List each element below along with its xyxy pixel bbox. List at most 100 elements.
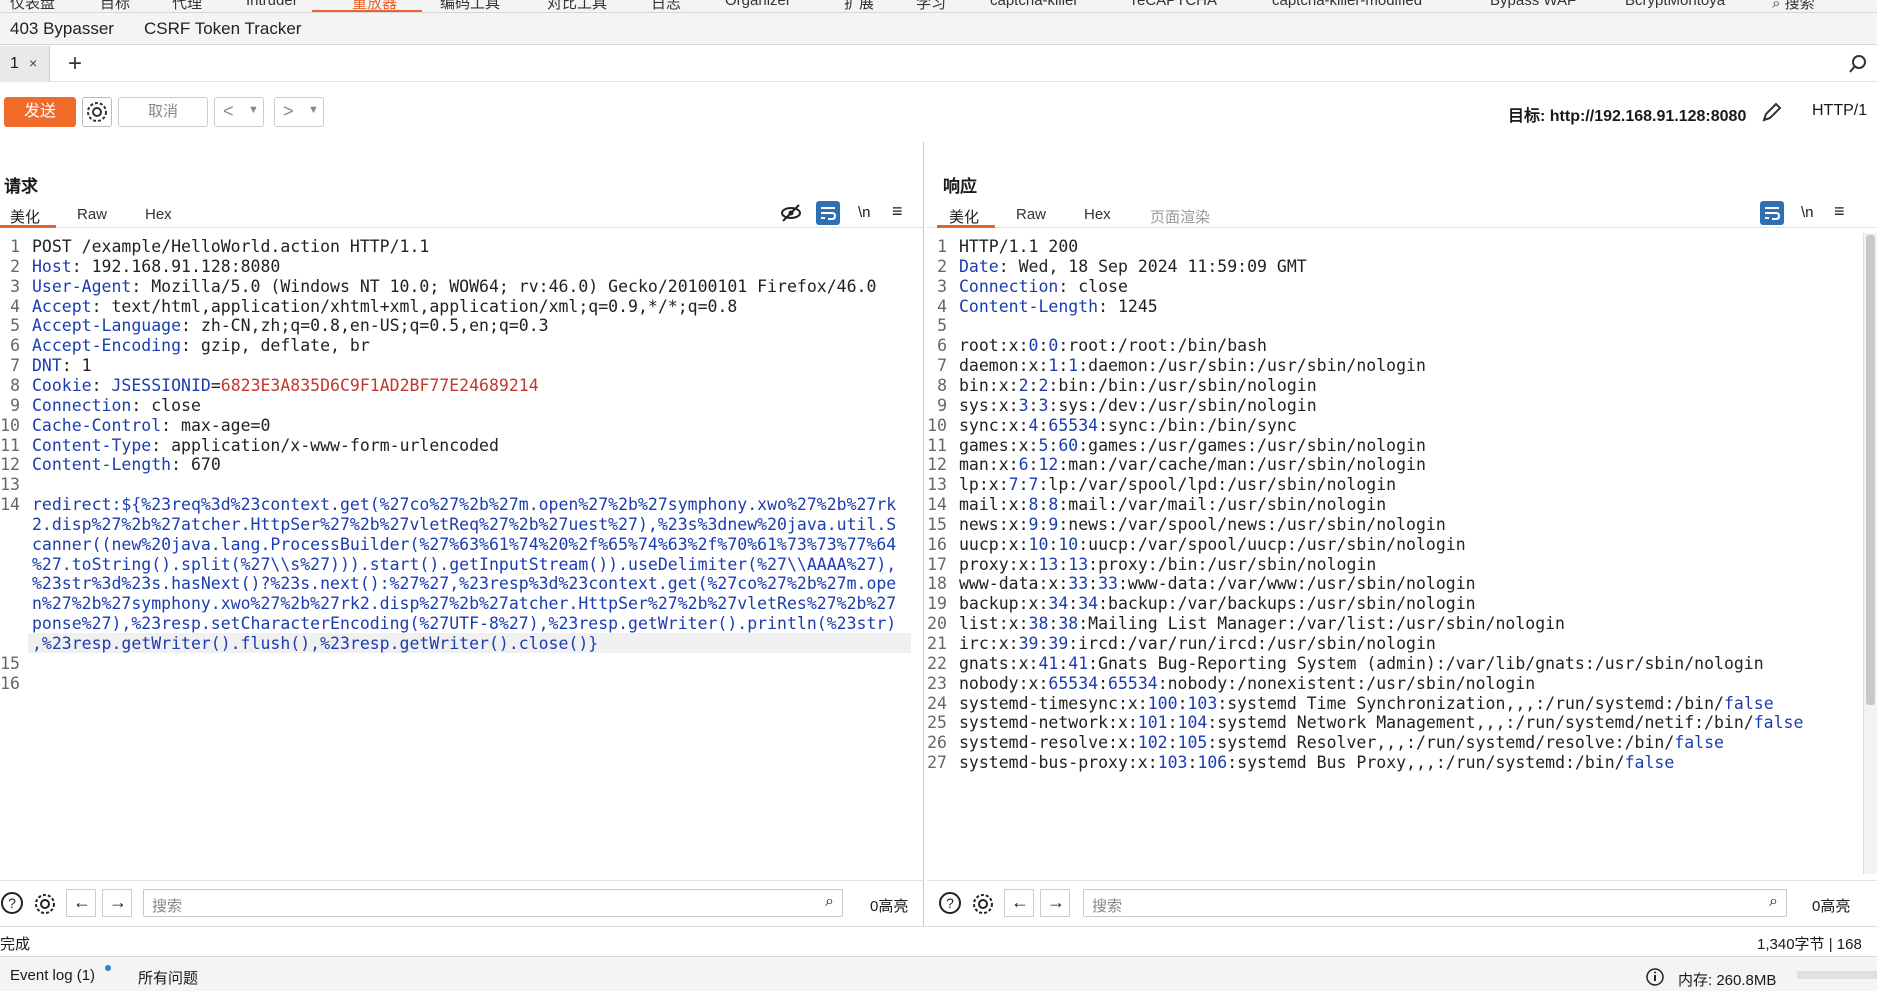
request-search-input[interactable]: 搜索 ⌕: [143, 889, 843, 917]
code-line: Host: 192.168.91.128:8080: [32, 256, 281, 276]
tool-tab[interactable]: BcryptMontoya: [1625, 0, 1725, 9]
tab-raw[interactable]: Raw: [1016, 206, 1046, 223]
arrow-left-icon: ←: [1011, 892, 1029, 912]
code-line: proxy:x:13:13:proxy:/bin:/usr/sbin/nolog…: [959, 554, 1377, 574]
chevron-down-icon[interactable]: ▼: [308, 104, 319, 116]
line-number: 6: [10, 336, 20, 356]
response-editor[interactable]: 1 HTTP/1.1 200 2 Date: Wed, 18 Sep 2024 11:…: [927, 233, 1877, 874]
code-line: ,%23resp.getWriter().flush(),%23resp.get…: [32, 634, 599, 653]
request-editor[interactable]: 1 POST /example/HelloWorld.action HTTP/1.…: [0, 233, 923, 874]
code-line: man:x:6:12:man:/var/cache/man:/usr/sbin/…: [959, 455, 1426, 475]
search-icon: ⌕: [1772, 0, 1785, 12]
tool-tab[interactable]: Intruder: [246, 0, 298, 9]
menu-icon[interactable]: ≡: [892, 201, 903, 222]
notification-dot: [105, 965, 111, 971]
newline-icon[interactable]: \n: [1801, 204, 1814, 221]
chevron-left-icon: <: [223, 101, 234, 121]
send-button[interactable]: 发送: [4, 97, 76, 127]
cancel-button[interactable]: 取消: [118, 97, 208, 127]
global-search[interactable]: ⌕ 搜索: [1772, 0, 1815, 12]
line-number: 16: [0, 673, 20, 693]
settings-button[interactable]: [82, 97, 112, 127]
newline-icon[interactable]: \n: [858, 204, 871, 221]
tab-hex[interactable]: Hex: [1084, 206, 1111, 223]
line-number: 22: [927, 653, 947, 673]
code-line: User-Agent: Mozilla/5.0 (Windows NT 10.0…: [32, 276, 877, 296]
line-number: 11: [0, 435, 20, 455]
tool-tab[interactable]: 代理: [172, 0, 202, 12]
code-line: Connection: close: [32, 395, 201, 415]
tool-tab[interactable]: 仪表盘: [10, 0, 55, 12]
event-log-button[interactable]: Event log (1): [10, 967, 95, 984]
line-number: 5: [937, 316, 947, 336]
arrow-right-icon: →: [109, 892, 127, 912]
code-line: systemd-resolve:x:102:105:systemd Resolv…: [959, 733, 1724, 753]
line-number: 21: [927, 634, 947, 653]
tool-tab[interactable]: captcha-killer-modified: [1272, 0, 1422, 9]
menu-icon[interactable]: ≡: [1834, 201, 1845, 222]
info-icon[interactable]: [1645, 967, 1665, 987]
arrow-right-icon: →: [1047, 892, 1065, 912]
wrap-icon[interactable]: [1760, 201, 1784, 225]
line-number: 3: [10, 276, 20, 296]
tool-tab[interactable]: reCAPTCHA: [1132, 0, 1217, 9]
tool-tab[interactable]: 学习: [916, 0, 946, 12]
scrollbar-thumb[interactable]: [1866, 235, 1875, 705]
tool-tab[interactable]: Bypass WAF: [1490, 0, 1576, 9]
tool-tab[interactable]: 编码工具: [440, 0, 500, 12]
line-number: 7: [937, 356, 947, 376]
add-tab-button[interactable]: +: [68, 50, 82, 78]
tab-raw[interactable]: Raw: [77, 206, 107, 223]
extension-tab-bar: 403 Bypasser CSRF Token Tracker: [0, 13, 1877, 45]
line-number: 9: [937, 395, 947, 415]
back-button[interactable]: < ▼: [214, 97, 264, 127]
wrap-icon[interactable]: [816, 201, 840, 225]
response-scrollbar[interactable]: [1863, 233, 1877, 874]
line-number: 16: [927, 534, 947, 554]
http-version-selector[interactable]: HTTP/1: [1812, 102, 1867, 120]
all-issues-button[interactable]: 所有问题: [138, 967, 198, 988]
tool-tab[interactable]: Organizer: [725, 0, 791, 9]
code-line: systemd-bus-proxy:x:103:106:systemd Bus …: [959, 753, 1675, 773]
code-line: %27.toString().split(%27\\s%27))).start(…: [32, 554, 897, 574]
code-line: ponse%27),%23resp.setCharacterEncoding(%…: [32, 614, 897, 634]
code-line: Cache-Control: max-age=0: [32, 415, 271, 435]
forward-button[interactable]: > ▼: [274, 97, 324, 127]
repeater-tab-1[interactable]: 1 ×: [0, 46, 50, 82]
response-search-bar: ? ← → 搜索 ⌕ 0高亮: [927, 880, 1877, 926]
code-line: Content-Length: 1245: [959, 296, 1158, 316]
tab-pretty[interactable]: 美化: [949, 206, 979, 227]
tab-render[interactable]: 页面渲染: [1150, 206, 1210, 227]
line-number: 18: [927, 574, 947, 594]
line-number: 23: [927, 673, 947, 693]
tool-tab[interactable]: 重放器: [352, 0, 397, 12]
tool-tab[interactable]: 目标: [100, 0, 130, 12]
previous-match-button[interactable]: ←: [1004, 889, 1034, 917]
code-line: redirect:${%23req%3d%23context.get(%27co…: [32, 495, 897, 515]
chevron-down-icon[interactable]: ▼: [248, 104, 259, 116]
line-number: 3: [937, 276, 947, 296]
response-search-input[interactable]: 搜索 ⌕: [1083, 889, 1787, 917]
pencil-icon[interactable]: [1760, 100, 1784, 124]
tab-pretty[interactable]: 美化: [10, 206, 40, 227]
footer-bar: Event log (1) 所有问题 内存: 260.8MB: [0, 956, 1877, 991]
search-icon[interactable]: [1848, 54, 1868, 74]
eye-off-icon[interactable]: [780, 202, 802, 224]
help-icon[interactable]: ?: [0, 891, 24, 915]
tool-tab[interactable]: 对比工具: [547, 0, 607, 12]
tool-tab[interactable]: 日志: [651, 0, 681, 12]
line-number: 14: [0, 495, 20, 515]
tab-hex[interactable]: Hex: [145, 206, 172, 223]
previous-match-button[interactable]: ←: [66, 889, 96, 917]
next-match-button[interactable]: →: [102, 889, 132, 917]
gear-icon[interactable]: [970, 891, 996, 917]
help-icon[interactable]: ?: [938, 891, 962, 915]
extension-tab[interactable]: CSRF Token Tracker: [144, 19, 301, 39]
next-match-button[interactable]: →: [1040, 889, 1070, 917]
chevron-right-icon: >: [283, 101, 294, 121]
tool-tab[interactable]: 扩展: [844, 0, 874, 12]
close-icon[interactable]: ×: [29, 55, 37, 71]
tool-tab[interactable]: captcha-killer: [990, 0, 1078, 9]
gear-icon[interactable]: [32, 891, 58, 917]
extension-tab[interactable]: 403 Bypasser: [10, 19, 114, 39]
